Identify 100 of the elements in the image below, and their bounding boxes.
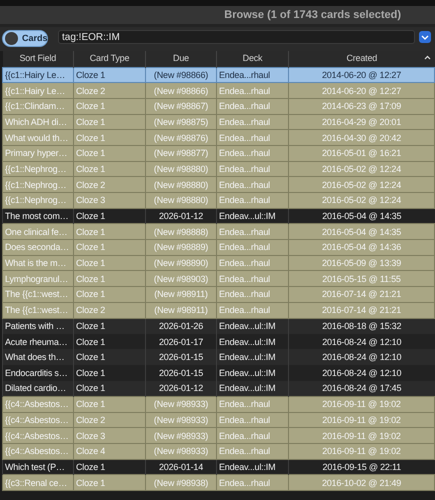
table-row[interactable]: {{c4::Asbestos… Cloze 1 (New #98933) Endea...rhaul 2016-09-11 @ 19:02 xyxy=(2,396,434,412)
table-cell: What would th… xyxy=(2,130,74,146)
table-row[interactable]: {{c4::Asbestos… Cloze 4 (New #98933) Endea...rhaul 2016-09-11 @ 19:02 xyxy=(2,444,434,460)
table-cell: Endea...rhaul xyxy=(216,192,288,208)
table-cell: Endea...rhaul xyxy=(216,302,288,318)
table-row[interactable]: One clinical fe… Cloze 1 (New #98888) Endea...rhaul 2016-05-04 @ 14:35 xyxy=(2,224,434,240)
table-cell: Cloze 2 xyxy=(74,82,146,98)
table-row[interactable]: {{c4::Asbestos… Cloze 3 (New #98933) Endea...rhaul 2016-09-11 @ 19:02 xyxy=(2,428,434,444)
chevron-down-icon xyxy=(421,34,429,40)
table-row[interactable]: Primary hyper… Cloze 1 (New #98877) Endea...rhaul 2016-05-01 @ 16:21 xyxy=(2,145,434,162)
window-title: Browse (1 of 1743 cards selected) xyxy=(224,8,401,23)
table-row[interactable]: What is the m… Cloze 1 (New #98890) Endea...rhaul 2016-05-09 @ 13:39 xyxy=(2,255,434,271)
table-cell: Endea...rhaul xyxy=(216,67,288,83)
table-cell: 2026-01-12 xyxy=(146,380,216,396)
table-cell: 2016-05-01 @ 16:21 xyxy=(288,145,434,162)
table-cell: The {{c1::west… xyxy=(2,286,74,302)
search-field[interactable]: tag:!EOR::IM xyxy=(58,30,415,44)
table-cell: Endea...rhaul xyxy=(216,224,288,240)
table-row[interactable]: Dilated cardio… Cloze 1 2026-01-12 Endeav...ul::IM 2016-08-24 @ 17:45 xyxy=(2,380,434,396)
table-cell: Endea...rhaul xyxy=(216,444,288,460)
table-cell: Primary hyper… xyxy=(2,145,74,162)
table-row[interactable]: {{c4::Asbestos… Cloze 2 (New #98933) Endea...rhaul 2016-09-11 @ 19:02 xyxy=(2,412,434,428)
table-cell: Cloze 1 xyxy=(74,98,146,114)
table-cell: (New #98933) xyxy=(146,396,216,412)
table-cell: (New #98880) xyxy=(146,192,216,208)
table-cell: {{c4::Asbestos… xyxy=(2,396,74,412)
table-row[interactable]: Lymphogranul… Cloze 1 (New #98903) Endea...rhaul 2016-05-15 @ 11:55 xyxy=(2,270,434,287)
table-row[interactable]: The {{c1::west… Cloze 1 (New #98911) Endea...rhaul 2016-07-14 @ 21:21 xyxy=(2,286,434,302)
dropdown-button[interactable] xyxy=(419,31,431,43)
table-cell: (New #98888) xyxy=(146,224,216,240)
table-cell: {{c1::Hairy Le… xyxy=(2,67,74,83)
column-header[interactable]: Deck xyxy=(216,51,288,67)
table-cell: One clinical fe… xyxy=(2,224,74,240)
table-cell: 2014-06-20 @ 12:27 xyxy=(288,67,434,83)
table-cell: Cloze 1 xyxy=(74,396,146,412)
table-cell: The {{c1::west… xyxy=(2,302,74,318)
table-cell: 2016-05-02 @ 12:24 xyxy=(288,192,434,208)
column-header[interactable]: Sort Field xyxy=(2,51,74,67)
table-cell: Endea...rhaul xyxy=(216,98,288,114)
table-cell: Endea...rhaul xyxy=(216,145,288,162)
table-cell: 2016-04-30 @ 20:42 xyxy=(288,130,434,146)
table-row[interactable]: {{c1::Hairy Le… Cloze 1 (New #98866) Endea...rhaul 2014-06-20 @ 12:27 xyxy=(2,67,434,83)
column-header[interactable]: Card Type xyxy=(74,51,146,67)
sort-caret-icon xyxy=(424,55,430,60)
table-row[interactable]: {{c1::Hairy Le… Cloze 2 (New #98866) Endea...rhaul 2014-06-20 @ 12:27 xyxy=(2,82,434,98)
table-row[interactable]: The {{c1::west… Cloze 2 (New #98911) Endea...rhaul 2016-07-14 @ 21:21 xyxy=(2,302,434,318)
table-cell: 2016-05-04 @ 14:35 xyxy=(288,224,434,240)
table-cell: Endea...rhaul xyxy=(216,396,288,412)
table-row[interactable]: Endocarditis s… Cloze 1 2026-01-15 Endeav...ul::IM 2016-08-24 @ 12:10 xyxy=(2,365,434,381)
table-cell: 2016-05-04 @ 14:36 xyxy=(288,240,434,256)
table-row[interactable]: Patients with … Cloze 1 2026-01-26 Endeav...ul::IM 2016-08-18 @ 15:32 xyxy=(2,318,434,334)
table-cell: {{c1::Nephrog… xyxy=(2,192,74,208)
table-cell: (New #98877) xyxy=(146,145,216,162)
table-cell: {{c4::Asbestos… xyxy=(2,444,74,460)
table-cell: (New #98876) xyxy=(146,130,216,146)
table-cell: Does seconda… xyxy=(2,240,74,256)
table-cell: (New #98911) xyxy=(146,302,216,318)
table-cell: Endeav...ul::IM xyxy=(216,380,288,396)
table-cell: Cloze 1 xyxy=(74,240,146,256)
column-header[interactable]: Due xyxy=(146,51,216,67)
table-cell: Cloze 1 xyxy=(74,380,146,396)
table-cell: (New #98911) xyxy=(146,286,216,302)
table-row[interactable]: {{c1::Clindam… Cloze 1 (New #98867) Endea...rhaul 2014-06-23 @ 17:09 xyxy=(2,98,434,114)
table-cell: 2016-08-24 @ 17:45 xyxy=(288,380,434,396)
table-cell: 2016-10-02 @ 21:49 xyxy=(288,474,434,491)
table-cell: (New #98938) xyxy=(146,474,216,491)
mode-toggle[interactable]: Cards xyxy=(2,30,48,47)
table-cell: Cloze 1 xyxy=(74,286,146,302)
table-row[interactable]: {{c1::Nephrog… Cloze 1 (New #98880) Endea...rhaul 2016-05-02 @ 12:24 xyxy=(2,161,434,177)
table-cell: Cloze 2 xyxy=(74,302,146,318)
table-row[interactable]: What does th… Cloze 1 2026-01-15 Endeav...ul::IM 2016-08-24 @ 12:10 xyxy=(2,349,434,366)
table-cell: {{c1::Hairy Le… xyxy=(2,82,74,98)
table-row[interactable]: Which ADH di… Cloze 1 (New #98875) Endea...rhaul 2016-04-29 @ 20:01 xyxy=(2,114,434,130)
table-row[interactable]: {{c1::Nephrog… Cloze 2 (New #98880) Endea...rhaul 2016-05-02 @ 12:24 xyxy=(2,176,434,192)
table-cell: {{c3::Renal ce… xyxy=(2,474,74,491)
table-row[interactable]: Acute rheuma… Cloze 1 2026-01-17 Endeav...ul::IM 2016-08-24 @ 12:10 xyxy=(2,334,434,350)
table-row[interactable]: Does seconda… Cloze 1 (New #98889) Endea...rhaul 2016-05-04 @ 14:36 xyxy=(2,240,434,256)
table-cell: (New #98867) xyxy=(146,98,216,114)
table-cell: Endea...rhaul xyxy=(216,240,288,256)
table-cell: 2016-09-11 @ 19:02 xyxy=(288,444,434,460)
table-cell: 2016-07-14 @ 21:21 xyxy=(288,302,434,318)
table-cell: 2016-09-11 @ 19:02 xyxy=(288,396,434,412)
table-cell: Cloze 1 xyxy=(74,224,146,240)
table-cell: {{c1::Clindam… xyxy=(2,98,74,114)
column-header[interactable]: Created xyxy=(288,51,434,67)
table-row[interactable]: What would th… Cloze 1 (New #98876) Endea...rhaul 2016-04-30 @ 20:42 xyxy=(2,130,434,146)
table-cell: Endea...rhaul xyxy=(216,130,288,146)
table-cell: Dilated cardio… xyxy=(2,380,74,396)
table-cell: Cloze 1 xyxy=(74,474,146,491)
table-cell: Cloze 3 xyxy=(74,192,146,208)
table-cell: Cloze 1 xyxy=(74,130,146,146)
table-cell: 2014-06-20 @ 12:27 xyxy=(288,82,434,98)
table-cell: 2014-06-23 @ 17:09 xyxy=(288,98,434,114)
table-row[interactable]: {{c3::Renal ce… Cloze 1 (New #98938) Endea...rhaul 2016-10-02 @ 21:49 xyxy=(2,474,434,491)
table-row[interactable]: {{c1::Nephrog… Cloze 3 (New #98880) Endea...rhaul 2016-05-02 @ 12:24 xyxy=(2,192,434,208)
table-cell: Cloze 1 xyxy=(74,145,146,162)
table-cell: Cloze 4 xyxy=(74,444,146,460)
table-cell: (New #98889) xyxy=(146,240,216,256)
table-cell: Endea...rhaul xyxy=(216,286,288,302)
table-cell: Endea...rhaul xyxy=(216,474,288,491)
